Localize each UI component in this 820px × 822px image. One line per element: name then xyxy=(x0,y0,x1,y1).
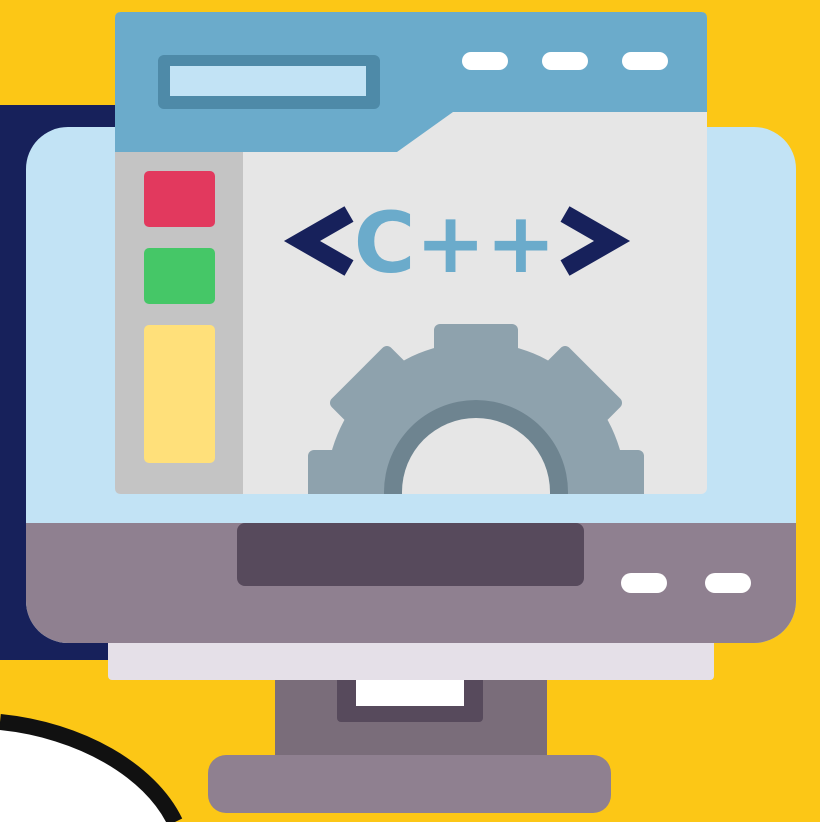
window-control-2 xyxy=(542,52,588,70)
bezel-indicator-1 xyxy=(621,573,667,593)
cpp-text: C++ xyxy=(354,194,556,292)
speech-bubble-shape xyxy=(0,714,183,822)
computer-illustration: C++ xyxy=(0,12,796,822)
sidebar-block-green xyxy=(144,248,215,304)
window-control-1 xyxy=(462,52,508,70)
bezel-slot xyxy=(237,523,584,586)
address-bar-field xyxy=(170,66,366,96)
sidebar-block-yellow xyxy=(144,325,215,463)
window-control-3 xyxy=(622,52,668,70)
bezel-indicator-2 xyxy=(705,573,751,593)
monitor-stand xyxy=(208,665,611,813)
sidebar-block-red xyxy=(144,171,215,227)
stand-base xyxy=(208,755,611,813)
